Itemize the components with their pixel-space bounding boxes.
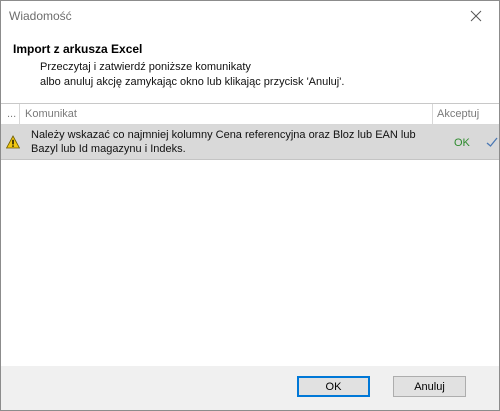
message-dialog: Wiadomość Import z arkusza Excel Przeczy…	[0, 0, 500, 411]
dialog-footer: OK Anuluj	[1, 366, 499, 410]
cancel-button[interactable]: Anuluj	[393, 376, 466, 397]
column-header-message[interactable]: Komunikat	[25, 104, 77, 124]
column-header-accept[interactable]: Akceptuj	[437, 104, 479, 124]
dialog-header: Import z arkusza Excel Przeczytaj i zatw…	[1, 31, 499, 97]
column-divider[interactable]	[432, 104, 433, 124]
title-bar[interactable]: Wiadomość	[1, 1, 499, 31]
close-icon	[470, 10, 482, 22]
dialog-heading: Import z arkusza Excel	[13, 42, 143, 56]
column-divider[interactable]	[19, 104, 20, 124]
window-title: Wiadomość	[9, 9, 72, 23]
ok-button[interactable]: OK	[297, 376, 370, 397]
check-icon[interactable]	[486, 136, 498, 148]
warning-icon	[6, 135, 20, 149]
row-status: OK	[454, 137, 470, 149]
grid-header: ... Komunikat Akceptuj	[1, 104, 499, 125]
table-row[interactable]: Należy wskazać co najmniej kolumny Cena …	[1, 125, 499, 160]
close-button[interactable]	[453, 1, 499, 31]
row-message: Należy wskazać co najmniej kolumny Cena …	[31, 129, 416, 155]
column-header-more[interactable]: ...	[7, 104, 16, 124]
instruction-line-2: albo anuluj akcję zamykając okno lub kli…	[40, 76, 345, 88]
instruction-line-1: Przeczytaj i zatwierdź poniższe komunika…	[40, 61, 251, 73]
messages-grid: ... Komunikat Akceptuj Należy wskazać co…	[1, 103, 499, 367]
